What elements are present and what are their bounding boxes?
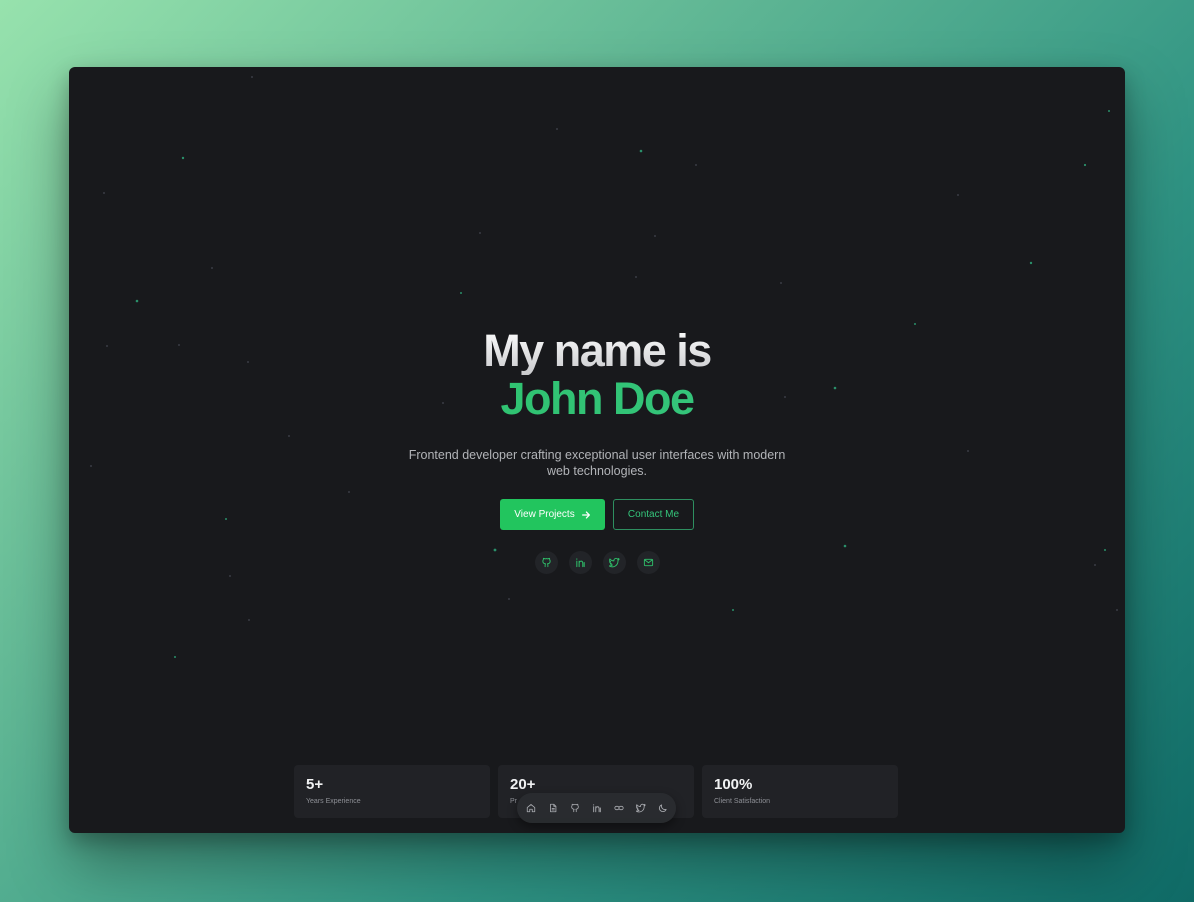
floating-dock — [517, 793, 676, 823]
social-twitter[interactable] — [602, 551, 626, 574]
stat-value: 20+ — [510, 776, 536, 793]
moon-icon — [658, 804, 667, 813]
view-projects-button[interactable]: View Projects — [500, 499, 605, 530]
cta-row: View Projects Contact Me — [69, 499, 1125, 530]
stat-card: 5+ Years Experience — [294, 765, 490, 818]
dock-home[interactable] — [524, 802, 537, 815]
portfolio-window: My name is John Doe Frontend developer c… — [69, 67, 1125, 833]
hero-title: My name is John Doe — [69, 327, 1125, 423]
github-icon — [570, 803, 579, 813]
dock-linkedin[interactable] — [590, 802, 603, 815]
dock-github[interactable] — [568, 802, 581, 815]
github-icon — [541, 557, 551, 568]
home-icon — [526, 804, 535, 813]
dock-link[interactable] — [612, 802, 625, 815]
linkedin-icon — [592, 804, 601, 813]
hero-title-name: John Doe — [69, 375, 1125, 423]
twitter-icon — [608, 557, 620, 568]
hero-subtitle: Frontend developer crafting exceptional … — [408, 448, 786, 478]
link-icon — [613, 805, 624, 811]
dock-twitter[interactable] — [634, 802, 647, 815]
arrow-right-icon — [581, 510, 590, 519]
twitter-icon — [635, 803, 646, 813]
stat-card: 100% Client Satisfaction — [702, 765, 898, 818]
linkedin-icon — [575, 558, 585, 568]
stat-label: Years Experience — [306, 798, 361, 805]
contact-me-button[interactable]: Contact Me — [613, 499, 694, 530]
hero-section: My name is John Doe Frontend developer c… — [69, 327, 1125, 574]
dock-document[interactable] — [546, 802, 559, 815]
stat-value: 5+ — [306, 776, 324, 793]
mail-icon — [643, 558, 653, 567]
social-github[interactable] — [534, 551, 558, 574]
social-linkedin[interactable] — [568, 551, 592, 574]
hero-title-line1: My name is — [69, 327, 1125, 375]
dock-theme-toggle[interactable] — [656, 802, 669, 815]
social-links — [69, 551, 1125, 574]
stat-value: 100% — [714, 776, 753, 793]
document-icon — [549, 803, 556, 813]
stat-label: Client Satisfaction — [714, 798, 771, 805]
social-mail[interactable] — [636, 551, 660, 574]
view-projects-label: View Projects — [514, 509, 575, 520]
